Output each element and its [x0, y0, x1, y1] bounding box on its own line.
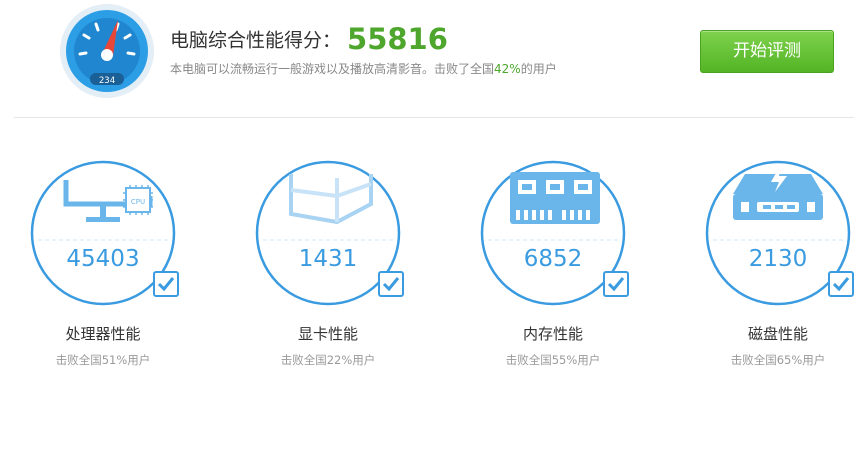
cpu-performance-card: CPU 45403 处理器性能 击败全国51%用户 — [20, 150, 190, 370]
check-icon — [153, 271, 179, 297]
score-description: 本电脑可以流畅运行一般游戏以及播放高清影音。击败了全国42%的用户 — [170, 60, 557, 77]
check-icon — [603, 271, 629, 297]
memory-performance-desc: 击败全国55%用户 — [505, 353, 601, 367]
score-title: 电脑综合性能得分： 55816 — [170, 22, 448, 58]
disk-performance-desc: 击败全国65%用户 — [730, 353, 826, 367]
memory-performance-title: 内存性能 — [522, 325, 583, 343]
memory-chip-icon — [510, 172, 600, 224]
disk-performance-title: 磁盘性能 — [747, 325, 808, 343]
memory-score: 6852 — [523, 246, 583, 272]
disk-performance-card: 2130 磁盘性能 击败全国65%用户 — [695, 150, 859, 370]
cpu-badge-label: CPU — [131, 198, 145, 206]
score-label: 电脑综合性能得分： — [170, 29, 342, 52]
score-description-suffix: 的用户 — [520, 62, 557, 76]
gpu-score: 1431 — [298, 246, 358, 272]
start-benchmark-button[interactable]: 开始评测 — [700, 30, 834, 73]
header: 234 电脑综合性能得分： 55816 本电脑可以流畅运行一般游戏以及播放高清影音… — [0, 0, 859, 118]
gpu-performance-card: 1431 显卡性能 击败全国22%用户 — [245, 150, 415, 370]
memory-performance-card: 6852 内存性能 击败全国55%用户 — [470, 150, 640, 370]
check-icon — [828, 271, 854, 297]
cpu-performance-title: 处理器性能 — [65, 325, 141, 343]
check-icon — [378, 271, 404, 297]
cpu-performance-desc: 击败全国51%用户 — [55, 353, 151, 367]
gpu-performance-desc: 击败全国22%用户 — [280, 353, 376, 367]
overall-score: 55816 — [347, 22, 448, 56]
score-percent: 42% — [494, 62, 521, 76]
cpu-score: 45403 — [66, 246, 140, 272]
gauge-readout: 234 — [99, 76, 115, 86]
divider — [14, 117, 854, 118]
score-description-prefix: 本电脑可以流畅运行一般游戏以及播放高清影音。击败了全国 — [170, 62, 495, 76]
speedometer-icon: 234 — [58, 2, 156, 100]
gpu-performance-title: 显卡性能 — [297, 325, 358, 343]
disk-score: 2130 — [748, 246, 808, 272]
